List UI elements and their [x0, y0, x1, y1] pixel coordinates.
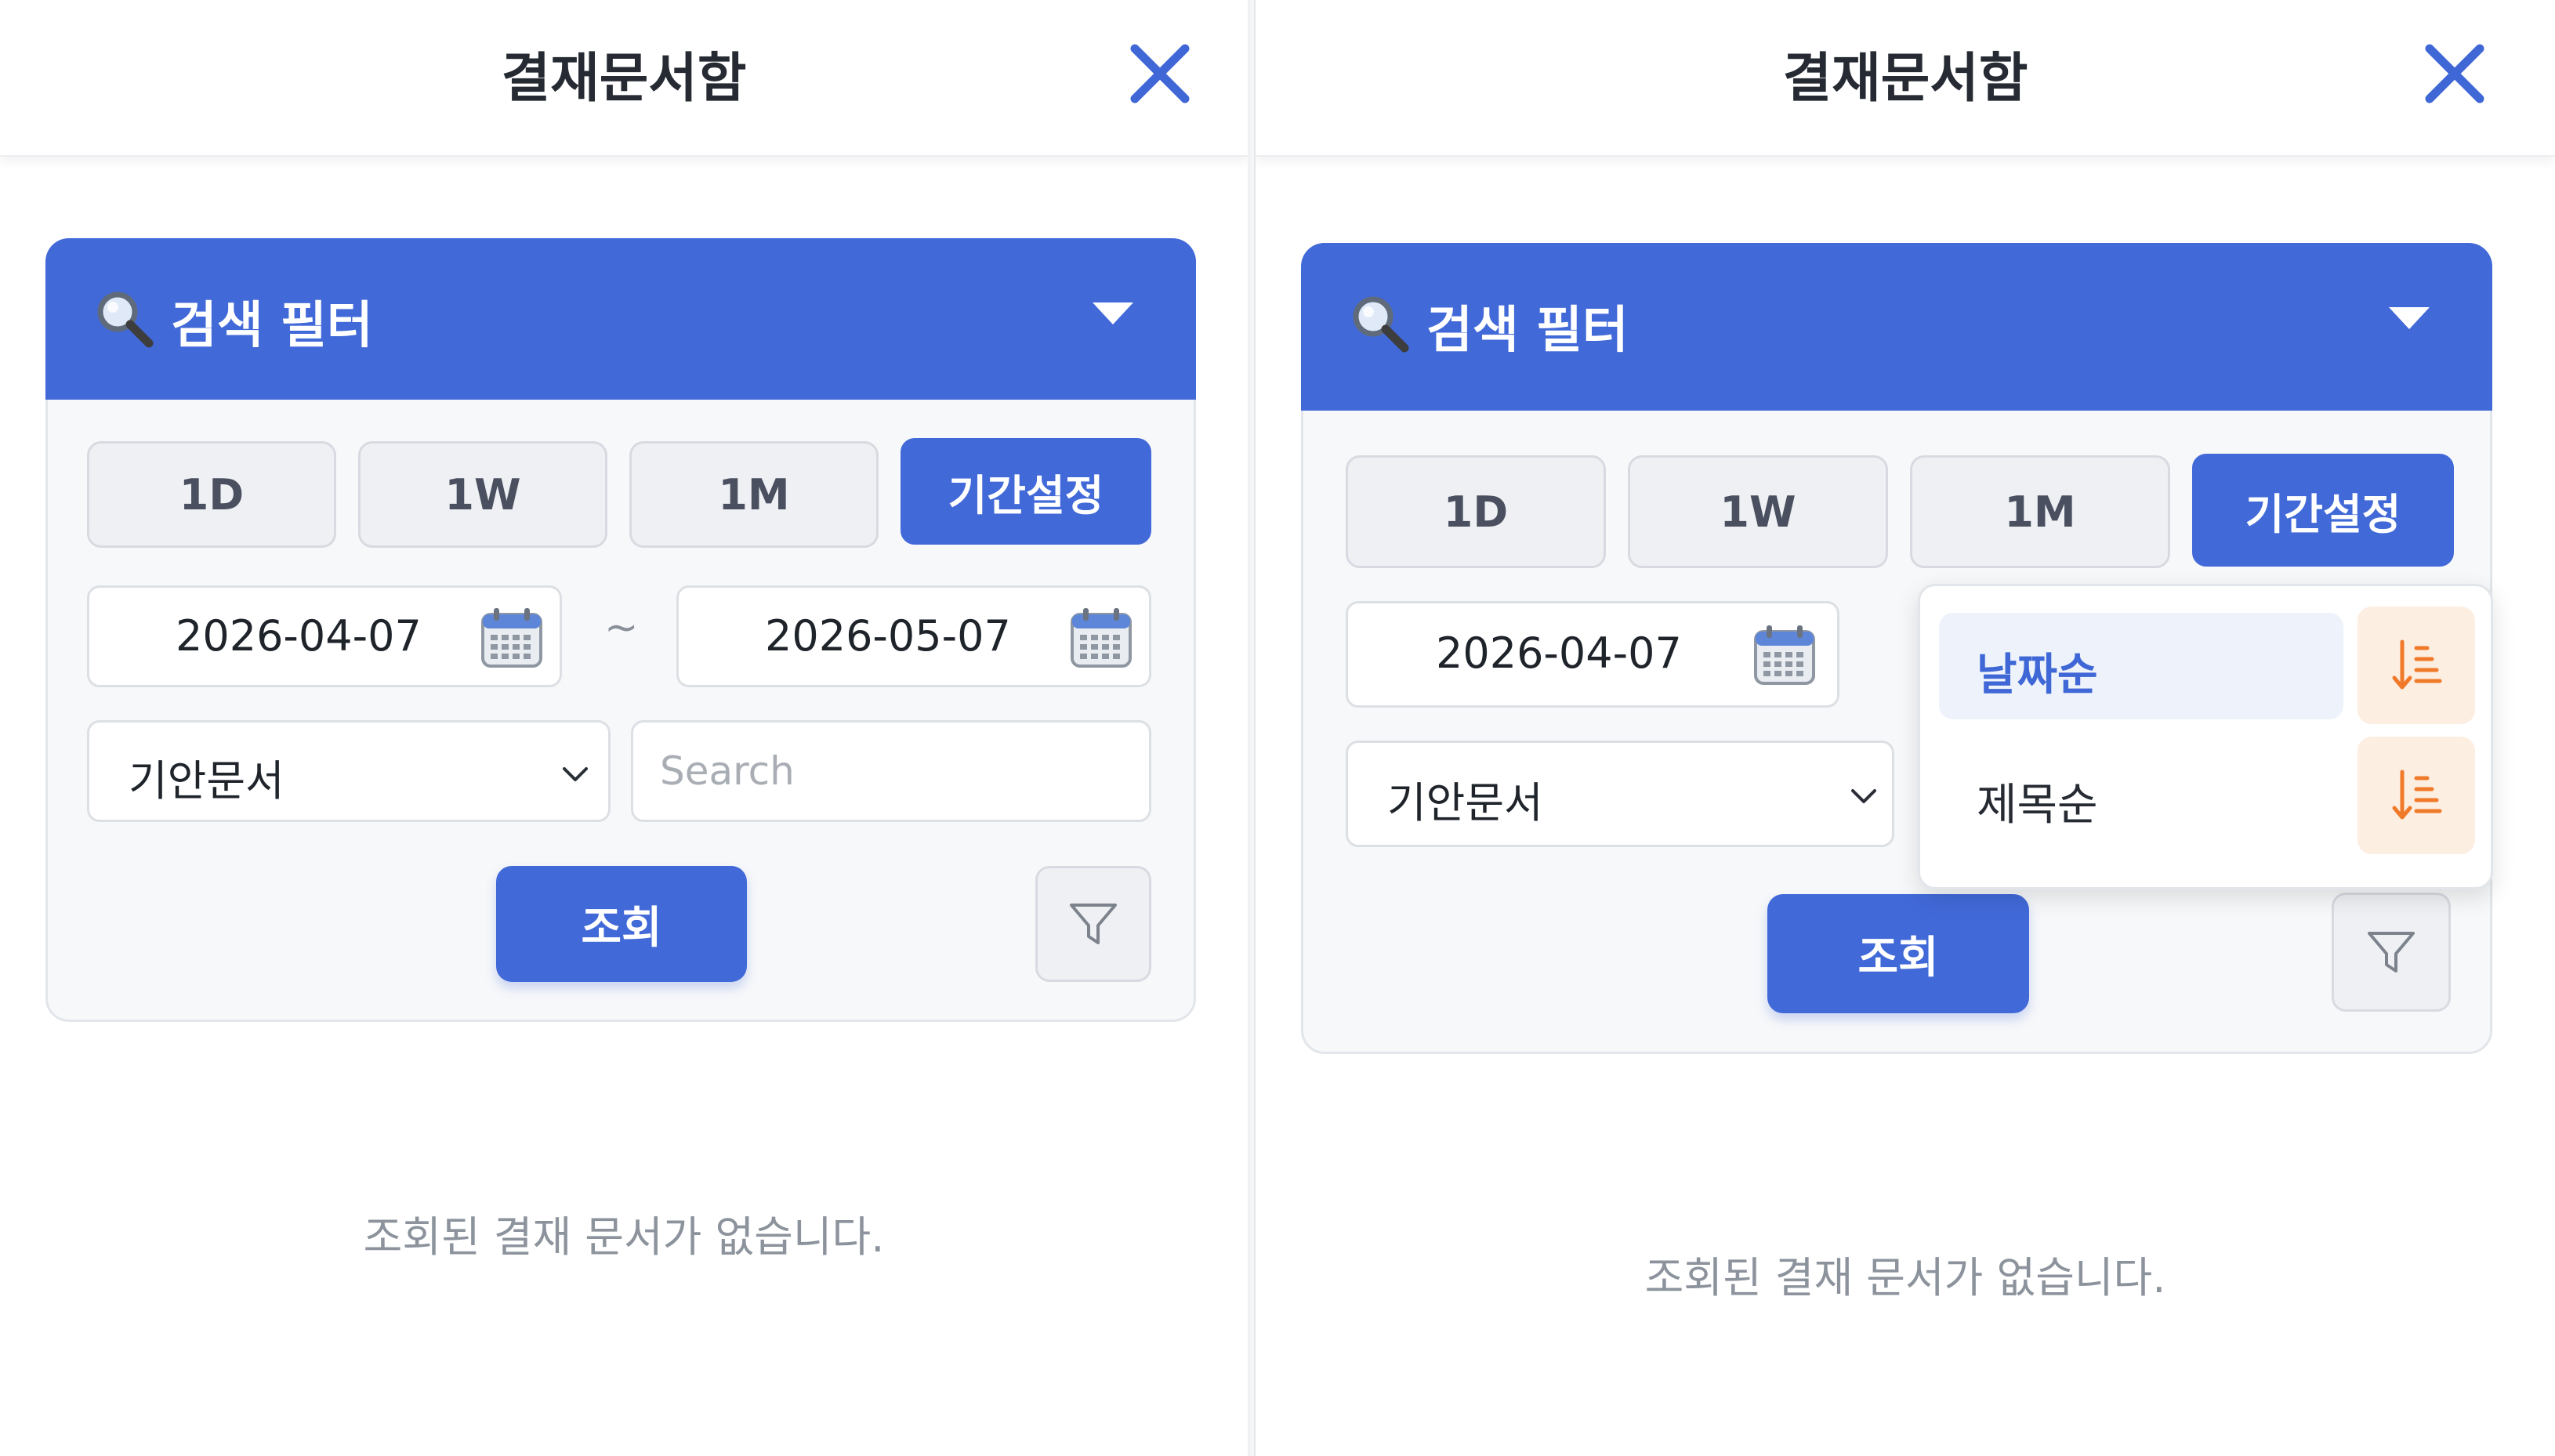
search-filter-card: 검색 필터 1D 1W 1M 기간설정 2026-04-07 기안문서 조회 날…	[1301, 243, 2493, 1054]
filter-options-button[interactable]	[2332, 893, 2451, 1012]
page-title: 결재문서함	[501, 48, 747, 110]
sort-descending-icon	[2392, 770, 2442, 820]
period-1w-button[interactable]: 1W	[1628, 455, 1888, 568]
period-1d-button[interactable]: 1D	[87, 441, 336, 548]
chevron-down-icon	[563, 767, 588, 781]
doc-type-selected: 기안문서	[129, 756, 284, 806]
doc-type-select[interactable]: 기안문서	[1346, 741, 1894, 847]
sort-option-title[interactable]: 제목순	[1939, 743, 2343, 849]
date-range-separator: ~	[604, 604, 639, 651]
empty-message: 조회된 결재 문서가 없습니다.	[1644, 1253, 2166, 1302]
start-date-value: 2026-04-07	[176, 611, 422, 661]
end-date-value: 2026-05-07	[765, 611, 1011, 661]
app-header: 결재문서함	[1256, 0, 2555, 157]
magnifier-icon	[1353, 296, 1409, 353]
start-date-field[interactable]: 2026-04-07	[1346, 601, 1839, 708]
close-button[interactable]	[2422, 41, 2488, 107]
end-date-field[interactable]: 2026-05-07	[676, 585, 1151, 687]
period-1d-button[interactable]: 1D	[1346, 455, 1606, 568]
app-header: 결재문서함	[0, 0, 1248, 157]
empty-message: 조회된 결재 문서가 없습니다.	[363, 1212, 885, 1262]
period-custom-button[interactable]: 기간설정	[2192, 454, 2454, 567]
filter-options-button[interactable]	[1035, 866, 1151, 982]
magnifier-icon	[97, 292, 154, 348]
doc-type-selected: 기안문서	[1387, 778, 1543, 828]
sort-descending-icon	[2392, 639, 2442, 690]
close-button[interactable]	[1127, 41, 1193, 107]
funnel-icon	[1070, 904, 1117, 944]
sort-direction-date-button[interactable]	[2357, 607, 2475, 724]
close-icon	[1130, 44, 1190, 103]
chevron-down-icon	[1851, 789, 1876, 803]
filter-title: 검색 필터	[171, 297, 373, 355]
caret-down-icon	[1093, 302, 1133, 324]
calendar-icon[interactable]	[478, 605, 545, 672]
query-button[interactable]: 조회	[1767, 894, 2029, 1013]
search-filter-card: 검색 필터 1D 1W 1M 기간설정 2026-04-07 ~ 2026-05…	[45, 238, 1196, 1022]
period-1m-button[interactable]: 1M	[629, 441, 879, 548]
sort-option-label: 제목순	[1977, 780, 2098, 831]
screen-divider	[1248, 0, 1254, 1456]
doc-type-select[interactable]: 기안문서	[87, 720, 611, 822]
page-title: 결재문서함	[1782, 48, 2028, 110]
filter-title: 검색 필터	[1426, 302, 1629, 360]
search-input[interactable]	[631, 720, 1151, 822]
sort-option-date[interactable]: 날짜순	[1939, 613, 2343, 719]
period-custom-button[interactable]: 기간설정	[901, 438, 1151, 545]
start-date-value: 2026-04-07	[1436, 628, 1682, 678]
close-icon	[2425, 44, 2484, 103]
search-filter-toggle[interactable]: 검색 필터	[1301, 243, 2492, 411]
start-date-field[interactable]: 2026-04-07	[87, 585, 562, 687]
period-1w-button[interactable]: 1W	[358, 441, 607, 548]
query-button[interactable]: 조회	[496, 866, 747, 982]
period-1m-button[interactable]: 1M	[1910, 455, 2170, 568]
search-filter-toggle[interactable]: 검색 필터	[45, 238, 1196, 400]
calendar-icon[interactable]	[1751, 622, 1818, 690]
sort-menu: 날짜순 제목순	[1918, 584, 2493, 889]
calendar-icon[interactable]	[1067, 605, 1135, 672]
right-screen: 결재문서함 검색 필터 1D 1W 1M 기간설정 2026-04-07 기안문…	[1254, 0, 2555, 1456]
caret-down-icon	[2389, 307, 2430, 329]
left-screen: 결재문서함 검색 필터 1D 1W 1M 기간설정 2026-04-07 ~ 2…	[0, 0, 1248, 1456]
sort-option-label: 날짜순	[1977, 650, 2098, 701]
sort-direction-title-button[interactable]	[2357, 737, 2475, 854]
funnel-icon	[2368, 932, 2415, 972]
